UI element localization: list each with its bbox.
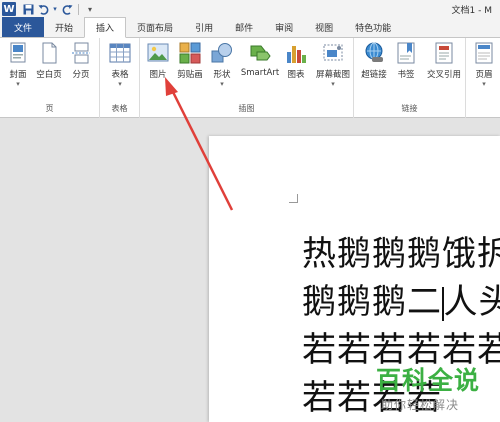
screenshot-button[interactable]: 屏幕截图 ▾: [312, 42, 354, 88]
text-line-2-before-cursor: 鹅鹅鹅二: [302, 282, 442, 322]
text-boundary-mark: [289, 194, 298, 203]
clipart-button[interactable]: 剪贴画: [172, 42, 208, 80]
undo-icon[interactable]: [37, 3, 49, 15]
blank-page-label: 空白页: [36, 70, 62, 80]
ribbon-insert: 封面 ▾ 空白页 分页 页 表格 ▾ 表格 图片 剪贴画 形状 ▾ SmartA…: [0, 38, 500, 118]
group-header-footer: 页眉 ▾: [466, 38, 500, 118]
tab-references[interactable]: 引用: [184, 17, 224, 37]
undo-dropdown-icon[interactable]: ▾: [52, 3, 58, 15]
title-bar: W ▾ ▾ 文档1 - M: [0, 0, 500, 18]
tab-home[interactable]: 开始: [44, 17, 84, 37]
crossref-label: 交叉引用: [426, 70, 461, 80]
bookmark-button[interactable]: 书签: [388, 42, 424, 80]
group-pages: 封面 ▾ 空白页 分页 页: [0, 38, 100, 118]
chevron-down-icon: ▾: [220, 80, 224, 88]
shapes-label: 形状: [213, 70, 231, 80]
chevron-down-icon: ▾: [118, 80, 122, 88]
group-illustrations-label: 插图: [238, 104, 255, 113]
save-icon[interactable]: [22, 3, 34, 15]
text-line-1[interactable]: 热鹅鹅鹅饿拆: [302, 226, 500, 275]
tab-insert[interactable]: 插入: [84, 17, 127, 38]
tab-special-features[interactable]: 特色功能: [344, 17, 402, 37]
word-icon[interactable]: W: [2, 2, 16, 16]
text-line-2[interactable]: 鹅鹅鹅二人头: [302, 274, 500, 323]
clipart-icon: [179, 42, 201, 64]
hyperlink-icon: [363, 42, 385, 64]
hyperlink-label: 超链接: [361, 70, 387, 80]
page-break-icon: [70, 42, 92, 64]
chevron-down-icon: ▾: [331, 80, 335, 88]
chart-icon: [285, 42, 307, 64]
document-title: 文档1 - M: [451, 6, 492, 16]
group-table-label: 表格: [111, 104, 128, 113]
table-button[interactable]: 表格 ▾: [102, 42, 138, 88]
ribbon-tabs: 文件 开始 插入 页面布局 引用 邮件 审阅 视图 特色功能: [0, 17, 500, 38]
toolbar-separator: [78, 3, 79, 15]
group-links: 超链接 书签 交叉引用 链接: [354, 38, 466, 118]
customize-icon[interactable]: ▾: [84, 3, 96, 15]
page-break-label: 分页: [72, 70, 90, 80]
group-pages-label: 页: [45, 104, 54, 113]
bookmark-label: 书签: [397, 70, 415, 80]
crossref-icon: [433, 42, 455, 64]
picture-label: 图片: [149, 70, 167, 80]
shapes-icon: [211, 42, 233, 64]
bookmark-icon: [395, 42, 417, 64]
crossref-button[interactable]: 交叉引用: [422, 42, 466, 80]
tab-page-layout[interactable]: 页面布局: [126, 17, 184, 37]
redo-icon[interactable]: [61, 3, 73, 15]
header-icon: [473, 42, 495, 64]
picture-icon: [147, 42, 169, 64]
hyperlink-button[interactable]: 超链接: [356, 42, 392, 80]
picture-button[interactable]: 图片: [140, 42, 176, 80]
quick-access-toolbar: ▾ ▾: [22, 3, 96, 15]
header-label: 页眉: [475, 70, 493, 80]
cover-label: 封面: [9, 70, 27, 80]
blank-page-button[interactable]: 空白页: [31, 42, 67, 80]
chevron-down-icon: ▾: [16, 80, 20, 88]
screenshot-label: 屏幕截图: [315, 70, 350, 80]
clipart-label: 剪贴画: [177, 70, 203, 80]
tab-review[interactable]: 审阅: [264, 17, 304, 37]
cover-icon: [7, 42, 29, 64]
smartart-label: SmartArt: [240, 68, 280, 78]
header-button[interactable]: 页眉 ▾: [466, 42, 500, 88]
shapes-button[interactable]: 形状 ▾: [204, 42, 240, 88]
smartart-icon: [249, 42, 271, 64]
group-links-label: 链接: [401, 104, 418, 113]
watermark-slogan: 助你轻松解决: [381, 398, 460, 412]
chart-label: 图表: [287, 70, 305, 80]
group-table: 表格 ▾ 表格: [100, 38, 140, 118]
chevron-down-icon: ▾: [482, 80, 486, 88]
tab-view[interactable]: 视图: [304, 17, 344, 37]
smartart-button[interactable]: SmartArt: [238, 42, 282, 78]
page-break-button[interactable]: 分页: [63, 42, 99, 80]
blank-page-icon: [38, 42, 60, 64]
tab-file[interactable]: 文件: [2, 17, 45, 37]
screenshot-icon: [322, 42, 344, 64]
text-line-2-after-cursor: 人头: [443, 282, 500, 322]
group-illustrations: 图片 剪贴画 形状 ▾ SmartArt 图表 屏幕截图 ▾ 插图: [140, 38, 354, 118]
watermark-logo: 百科全说: [376, 366, 481, 395]
chart-button[interactable]: 图表: [278, 42, 314, 80]
table-label: 表格: [111, 70, 129, 80]
tab-mailings[interactable]: 邮件: [224, 17, 264, 37]
table-icon: [109, 42, 131, 64]
